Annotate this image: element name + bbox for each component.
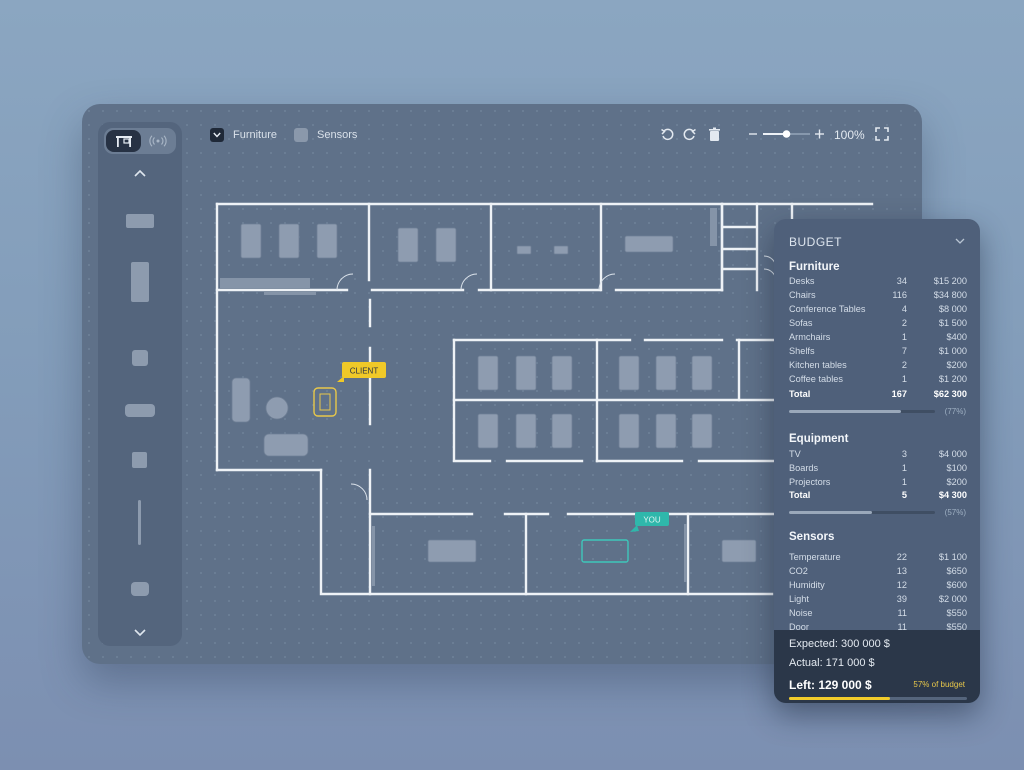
actual-spend: Actual: 171 000 $ xyxy=(789,657,875,669)
item-quantity: 1 xyxy=(901,332,907,342)
item-cost: $1 100 xyxy=(938,552,967,562)
budget-summary: Expected: 300 000 $ Actual: 171 000 $ Le… xyxy=(774,630,980,703)
budget-row: Projectors 1 $200 xyxy=(789,477,967,490)
item-name: Chairs xyxy=(789,290,816,300)
item-cost: $650 xyxy=(946,566,967,576)
item-quantity: 7 xyxy=(901,346,907,356)
item-name: Total xyxy=(789,490,811,500)
equipment-section-title: Equipment xyxy=(789,433,849,445)
item-name: Shelfs xyxy=(789,346,815,356)
item-name: TV xyxy=(789,449,801,459)
chevron-down-icon[interactable] xyxy=(954,235,966,247)
item-quantity: 5 xyxy=(901,490,907,500)
budget-row: Shelfs 7 $1 000 xyxy=(789,346,967,359)
budget-row: Noise 11 $550 xyxy=(789,608,967,621)
item-cost: $550 xyxy=(946,608,967,618)
item-cost: $1 000 xyxy=(938,346,967,356)
remaining-budget: Left: 129 000 $ xyxy=(789,678,872,692)
budget-row: Armchairs 1 $400 xyxy=(789,332,967,345)
budget-row: Temperature 22 $1 100 xyxy=(789,552,967,565)
item-cost: $100 xyxy=(946,463,967,473)
item-quantity: 167 xyxy=(891,389,907,399)
item-name: Humidity xyxy=(789,580,825,590)
budget-row: Humidity 12 $600 xyxy=(789,580,967,593)
item-quantity: 3 xyxy=(901,449,907,459)
item-cost: $62 300 xyxy=(933,389,967,399)
item-name: CO2 xyxy=(789,566,808,576)
budget-row: Chairs 116 $34 800 xyxy=(789,290,967,303)
item-cost: $600 xyxy=(946,580,967,590)
item-quantity: 2 xyxy=(901,360,907,370)
item-cost: $4 000 xyxy=(938,449,967,459)
item-quantity: 22 xyxy=(896,552,907,562)
budget-row: Sofas 2 $1 500 xyxy=(789,318,967,331)
budget-row: Desks 34 $15 200 xyxy=(789,276,967,289)
item-name: Desks xyxy=(789,276,815,286)
item-name: Total xyxy=(789,389,811,399)
budget-row: Kitchen tables 2 $200 xyxy=(789,360,967,373)
item-name: Sofas xyxy=(789,318,813,328)
budget-row: Coffee tables 1 $1 200 xyxy=(789,374,967,387)
item-cost: $4 300 xyxy=(938,490,967,500)
item-quantity: 13 xyxy=(896,566,907,576)
budget-row: CO2 13 $650 xyxy=(789,566,967,579)
furniture-budget-progress xyxy=(789,410,935,413)
item-quantity: 2 xyxy=(901,318,907,328)
overall-budget-progress xyxy=(789,697,967,700)
item-cost: $8 000 xyxy=(938,304,967,314)
item-quantity: 34 xyxy=(896,276,907,286)
you-tag[interactable]: YOU xyxy=(630,512,669,532)
item-quantity: 116 xyxy=(892,290,907,300)
budget-panel: BUDGET Furniture Desks 34 $15 200 Chairs 116… xyxy=(774,219,980,703)
budget-total-row: Total 167 $62 300 xyxy=(789,389,967,402)
client-tag[interactable]: CLIENT xyxy=(337,362,386,382)
item-cost: $15 200 xyxy=(933,276,967,286)
expected-budget: Expected: 300 000 $ xyxy=(789,638,890,650)
item-name: Kitchen tables xyxy=(789,360,847,370)
item-name: Conference Tables xyxy=(789,304,866,314)
item-cost: $1 500 xyxy=(938,318,967,328)
item-cost: $400 xyxy=(946,332,967,342)
item-name: Light xyxy=(789,594,809,604)
you-tag-label: YOU xyxy=(643,516,661,525)
item-cost: $34 800 xyxy=(933,290,967,300)
item-cost: $2 000 xyxy=(938,594,967,604)
item-quantity: 1 xyxy=(901,463,907,473)
item-name: Coffee tables xyxy=(789,374,843,384)
item-cost: $1 200 xyxy=(938,374,967,384)
sensors-section-title: Sensors xyxy=(789,531,835,543)
budget-row: TV 3 $4 000 xyxy=(789,449,967,462)
item-quantity: 1 xyxy=(901,374,907,384)
equipment-budget-progress xyxy=(789,511,935,514)
item-name: Projectors xyxy=(789,477,831,487)
budget-row: Boards 1 $100 xyxy=(789,463,967,476)
item-quantity: 39 xyxy=(896,594,907,604)
item-quantity: 11 xyxy=(897,608,907,618)
item-name: Armchairs xyxy=(789,332,831,342)
budget-usage-note: 57% of budget xyxy=(913,680,965,689)
budget-title: BUDGET xyxy=(789,235,843,249)
item-quantity: 12 xyxy=(896,580,907,590)
item-cost: $200 xyxy=(946,477,967,487)
furniture-percent: (77%) xyxy=(944,407,966,416)
equipment-percent: (57%) xyxy=(944,508,966,517)
item-name: Temperature xyxy=(789,552,841,562)
item-name: Boards xyxy=(789,463,819,473)
client-tag-label: CLIENT xyxy=(350,367,379,376)
item-name: Noise xyxy=(789,608,813,618)
budget-row: Conference Tables 4 $8 000 xyxy=(789,304,967,317)
item-quantity: 4 xyxy=(901,304,907,314)
item-quantity: 1 xyxy=(901,477,907,487)
budget-total-row: Total 5 $4 300 xyxy=(789,490,967,503)
furniture-section-title: Furniture xyxy=(789,261,840,273)
item-cost: $200 xyxy=(946,360,967,370)
budget-row: Light 39 $2 000 xyxy=(789,594,967,607)
